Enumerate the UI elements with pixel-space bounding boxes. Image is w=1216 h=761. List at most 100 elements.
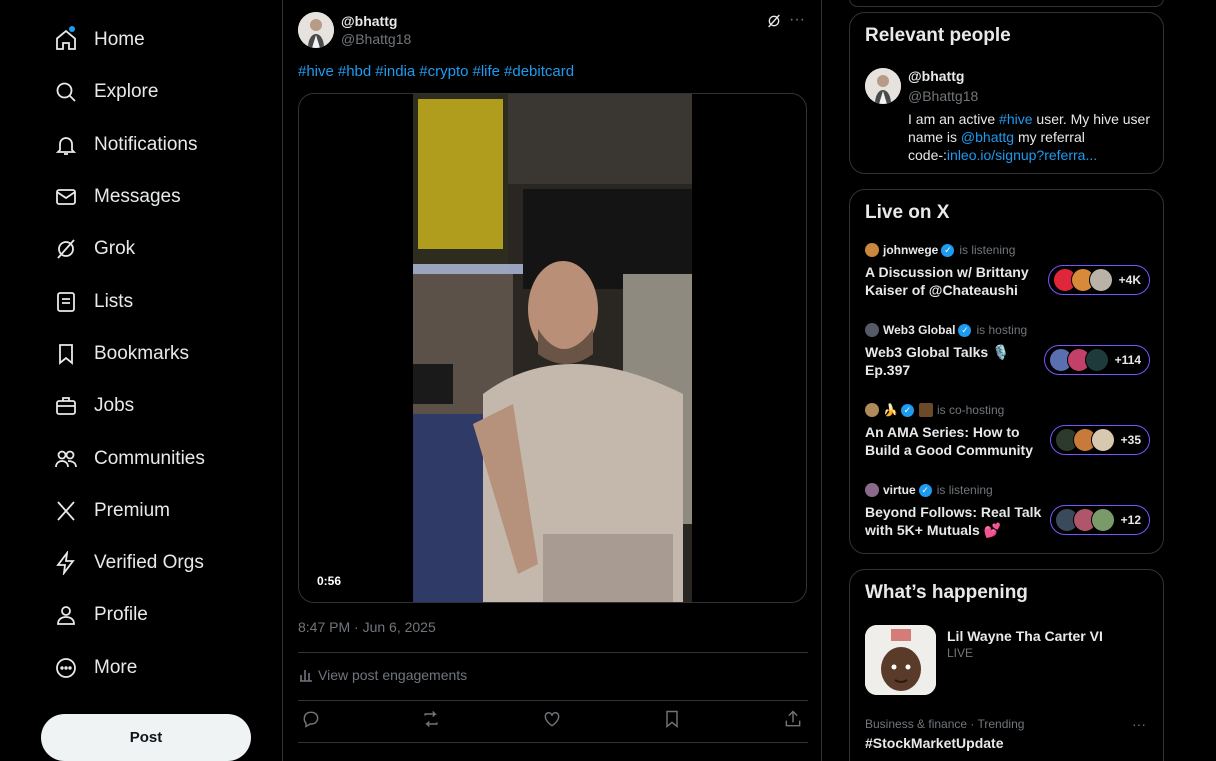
host-name: Web3 Global [883,323,956,337]
live-space-row[interactable]: virtue ✓ is listening Beyond Follows: Re… [865,483,1150,545]
listener-avatars [1054,428,1115,452]
whats-happening-card: What’s happening Lil Wayne Tha Carter VI… [849,569,1164,761]
like-button[interactable] [542,709,564,731]
primary-nav: Home Explore Notifications Messages Grok… [41,14,271,694]
reply-icon [303,711,319,728]
nav-home[interactable]: Home [41,14,271,66]
avatar[interactable] [298,12,334,48]
nav-label: Bookmarks [94,342,190,364]
nav-notifications[interactable]: Notifications [41,119,271,171]
reply-button[interactable] [301,709,323,731]
bio-link[interactable]: #hive [999,111,1032,127]
nav-label: Jobs [94,395,135,417]
nav-messages[interactable]: Messages [41,171,271,223]
verified-badge-icon: ✓ [941,243,955,257]
nav-communities[interactable]: Communities [41,432,271,484]
author-name[interactable]: @bhattg [341,13,397,29]
divider [298,700,808,701]
nav-bookmarks[interactable]: Bookmarks [41,328,271,380]
tweet-timestamp[interactable]: 8:47 PM · Jun 6, 2025 [298,619,436,635]
listener-avatars [1048,348,1109,372]
live-on-x-card: Live on X johnwege ✓ is listening A Disc… [849,189,1164,554]
hashtag-link[interactable]: #india [375,63,415,80]
live-space-row[interactable]: johnwege ✓ is listening A Discussion w/ … [865,243,1150,305]
more-options-icon[interactable]: ··· [789,11,807,29]
tweet-detail: @bhattg @Bhattg18 ··· #hive #hbd #india #cr… [282,0,822,761]
heart-icon [544,712,560,727]
host-avatar [865,323,879,337]
view-engagements-link[interactable]: View post engagements [298,667,467,683]
video-player[interactable]: 0:56 [298,93,807,603]
person-name[interactable]: @bhattg [908,68,964,84]
nav-verified-orgs[interactable]: Verified Orgs [41,537,271,589]
space-title: An AMA Series: How to Build a Good Commu… [865,424,1033,458]
nav-explore[interactable]: Explore [41,66,271,118]
nav-label: Profile [94,604,148,626]
host-name: virtue [883,483,916,497]
people-icon [53,446,79,472]
listener-avatars [1054,508,1115,532]
bio-link[interactable]: @bhattg [961,129,1014,145]
nav-grok[interactable]: Grok [41,223,271,275]
search-card-edge [849,0,1164,7]
nav-more[interactable]: More [41,642,271,694]
space-title: Beyond Follows: Real Talk with 5K+ Mutua… [865,504,1042,538]
bookmark-icon [666,710,678,729]
bookmark-button[interactable] [662,709,684,731]
nav-lists[interactable]: Lists [41,275,271,327]
trend-name[interactable]: #StockMarketUpdate [865,735,1004,751]
trend-category: Business & finance · Trending [865,717,1025,731]
nav-label: Messages [94,186,181,208]
nav-label: Grok [94,238,136,260]
share-button[interactable] [783,709,805,731]
avatar[interactable] [865,68,901,104]
card-title: What’s happening [865,582,1028,603]
trend-title[interactable]: Lil Wayne Tha Carter VI [947,628,1103,644]
listener-avatars [1052,268,1113,292]
hashtag-link[interactable]: #debitcard [504,63,574,80]
hashtag-link[interactable]: #hive [298,63,334,80]
nav-premium[interactable]: Premium [41,485,271,537]
divider [298,652,808,653]
listeners-pill: +114 [1043,345,1150,375]
bio-link[interactable]: inleo.io/signup?referra... [947,147,1097,163]
list-icon [53,289,79,315]
verified-badge-icon: ✓ [958,323,972,337]
nav-profile[interactable]: Profile [41,589,271,641]
post-button[interactable]: Post [41,714,251,761]
live-space-row[interactable]: 🍌 ✓ is co-hosting An AMA Series: How to … [865,403,1150,465]
verified-badge-icon: ✓ [918,483,932,497]
live-space-row[interactable]: Web3 Global ✓ is hosting Web3 Global Tal… [865,323,1150,385]
host-avatar [865,483,879,497]
grok-icon[interactable] [766,13,782,29]
share-icon [785,710,801,727]
nav-jobs[interactable]: Jobs [41,380,271,432]
listeners-pill: +12 [1049,505,1150,535]
cohost-avatar [918,403,933,417]
verified-badge-icon: ✓ [900,403,914,417]
trend-thumbnail[interactable] [865,625,936,695]
bell-icon [53,132,79,158]
more-circle-icon [53,655,79,681]
search-icon [53,79,79,105]
listener-count: +12 [1120,513,1141,527]
more-options-icon[interactable]: ··· [1132,716,1146,732]
listeners-pill: +35 [1049,425,1150,455]
nav-label: Communities [94,447,205,469]
space-title: Web3 Global Talks 🎙️ Ep.397 [865,344,1010,378]
author-handle[interactable]: @Bhattg18 [341,31,411,47]
person-handle[interactable]: @Bhattg18 [908,88,978,104]
host-name: johnwege [883,243,939,257]
nav-label: Notifications [94,133,198,155]
host-name: 🍌 [883,403,898,417]
home-icon [53,27,79,53]
nav-label: Verified Orgs [94,552,204,574]
hashtag-link[interactable]: #hbd [338,63,371,80]
divider [298,742,808,743]
hashtag-link[interactable]: #life [472,63,500,80]
repost-button[interactable] [421,709,443,731]
relevant-people-card: Relevant people @bhattg @Bhattg18 I am a… [849,12,1164,174]
nav-label: Premium [94,499,171,521]
video-duration: 0:56 [311,572,348,590]
hashtag-link[interactable]: #crypto [419,63,468,80]
